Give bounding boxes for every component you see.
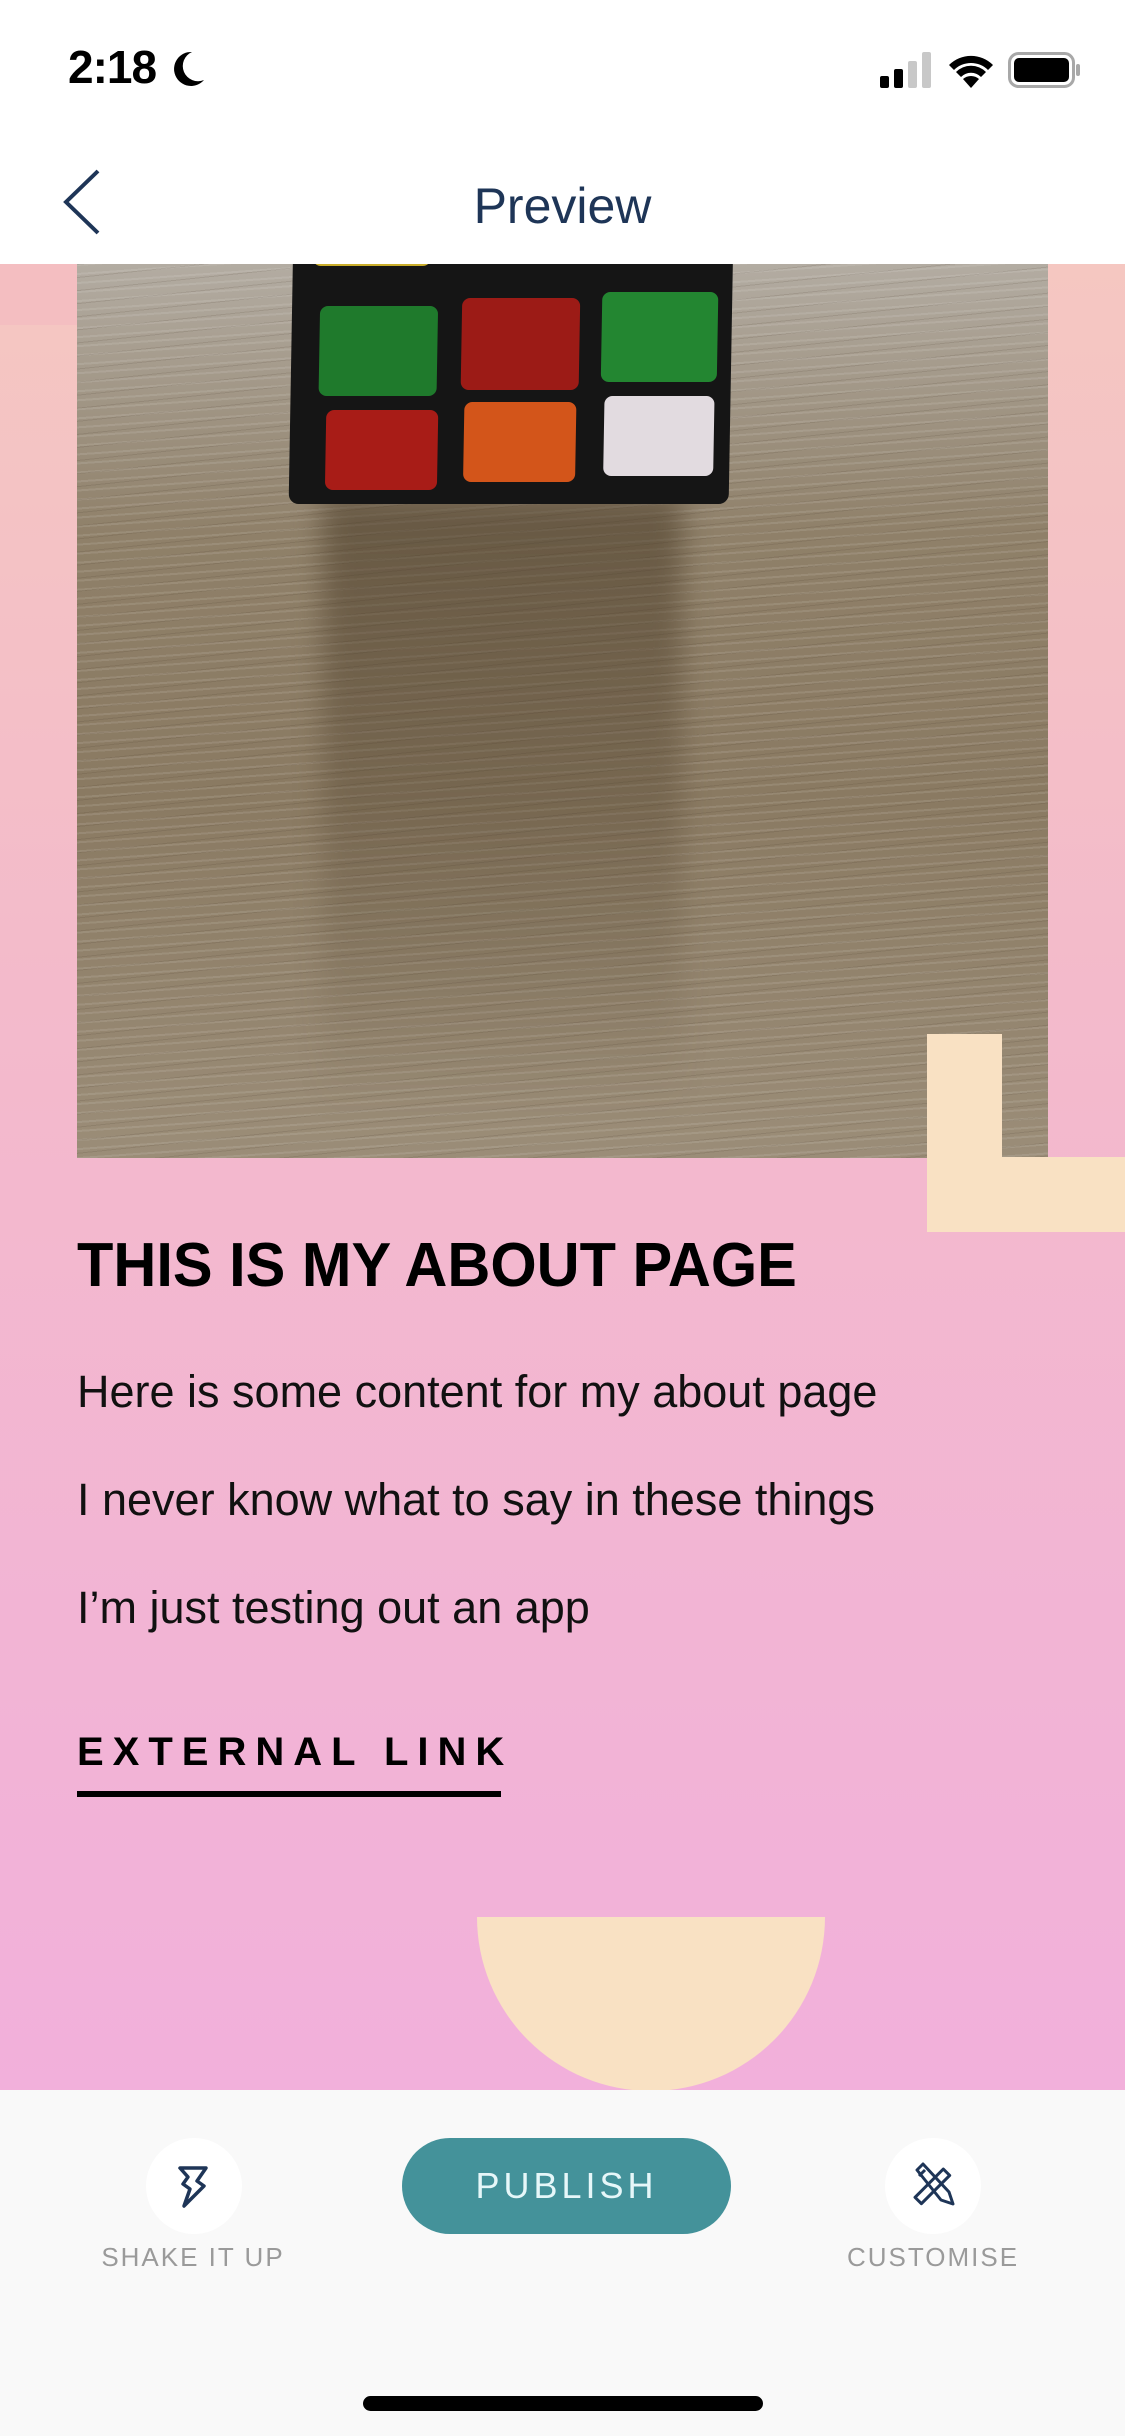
about-paragraph: I never know what to say in these things bbox=[77, 1474, 875, 1525]
page-title: Preview bbox=[473, 178, 652, 234]
page-preview: THIS IS MY ABOUT PAGE Here is some conte… bbox=[0, 264, 1125, 2090]
battery-icon bbox=[1008, 52, 1080, 88]
cube-sticker bbox=[603, 396, 715, 476]
moon-icon bbox=[174, 51, 204, 86]
shake-it-up-button[interactable] bbox=[146, 2138, 242, 2234]
rubiks-cube bbox=[288, 264, 734, 504]
external-link[interactable]: EXTERNAL LINK bbox=[77, 1730, 504, 1797]
cube-sticker bbox=[600, 292, 719, 382]
wifi-icon bbox=[949, 55, 993, 88]
cube-sticker bbox=[318, 306, 439, 396]
cube-sticker bbox=[463, 402, 577, 482]
cover-photo bbox=[77, 264, 1048, 1158]
about-paragraph: Here is some content for my about page bbox=[77, 1366, 878, 1417]
signal-icon bbox=[880, 52, 931, 88]
bottom-action-bar: SHAKE IT UP PUBLISH CUSTOMISE bbox=[0, 2090, 1125, 2436]
home-indicator[interactable] bbox=[363, 2396, 763, 2411]
cube-sticker bbox=[324, 410, 439, 490]
status-time: 2:18 bbox=[68, 41, 157, 93]
nav-bar: Preview bbox=[0, 135, 1125, 264]
about-heading: THIS IS MY ABOUT PAGE bbox=[77, 1231, 797, 1300]
shake-it-up-label[interactable]: SHAKE IT UP bbox=[63, 2242, 323, 2273]
photo-shadow bbox=[322, 494, 682, 1114]
decorative-semicircle bbox=[477, 1917, 825, 2090]
decorative-l-shape bbox=[927, 1157, 1125, 1232]
lightning-bolt-icon bbox=[178, 2166, 208, 2208]
status-bar: 2:18 bbox=[0, 0, 1125, 135]
about-paragraph: I’m just testing out an app bbox=[77, 1582, 590, 1633]
pencil-ruler-icon bbox=[913, 2162, 955, 2206]
customise-label[interactable]: CUSTOMISE bbox=[803, 2242, 1063, 2273]
cube-sticker bbox=[460, 298, 581, 390]
cube-sticker bbox=[312, 264, 432, 266]
publish-button[interactable]: PUBLISH bbox=[402, 2138, 731, 2234]
customise-button[interactable] bbox=[885, 2138, 981, 2234]
